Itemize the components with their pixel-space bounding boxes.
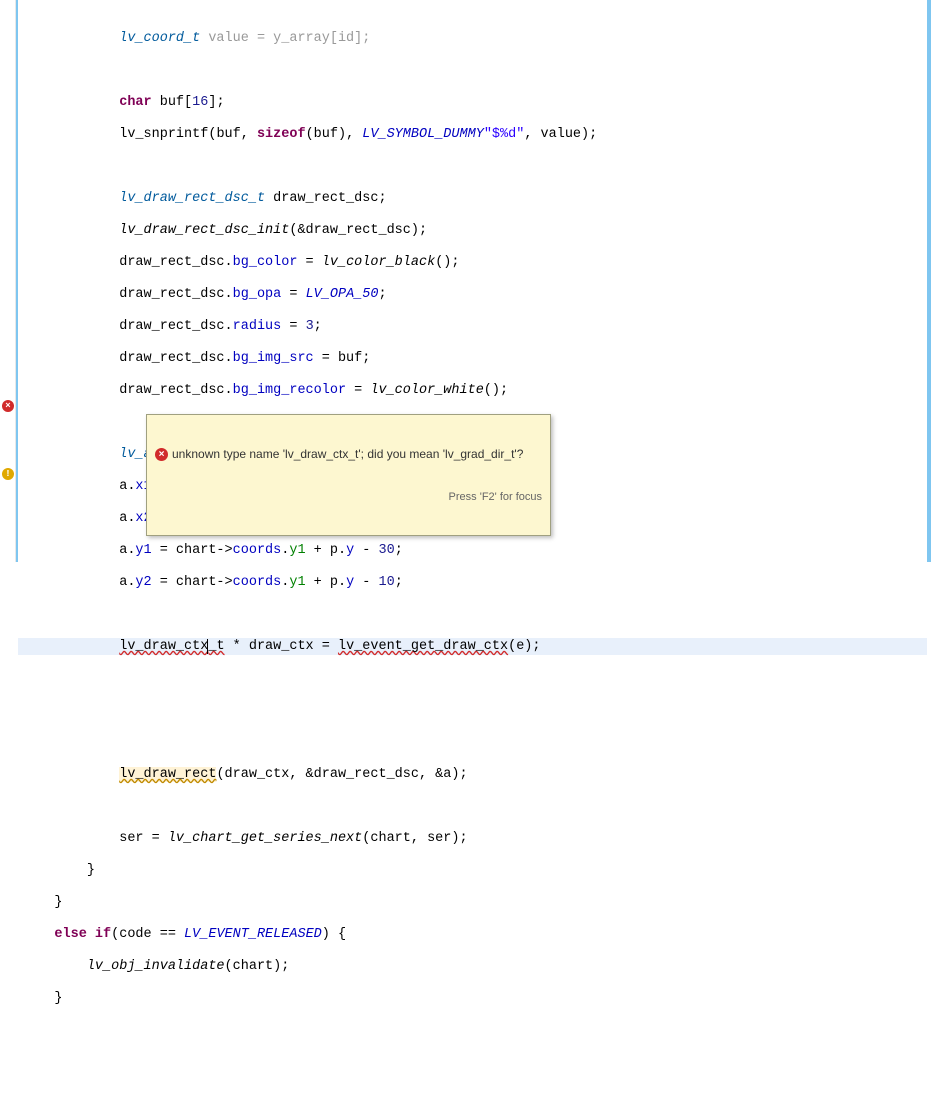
- code-line[interactable]: lv_obj_invalidate(chart);: [18, 958, 927, 975]
- code-line[interactable]: draw_rect_dsc.bg_color = lv_color_black(…: [18, 254, 927, 271]
- code-line[interactable]: draw_rect_dsc.bg_opa = LV_OPA_50;: [18, 286, 927, 303]
- code-line[interactable]: [18, 734, 927, 751]
- warning-token: lv_draw_rect: [119, 767, 216, 782]
- fade: [34, 0, 927, 6]
- code-line[interactable]: lv_draw_rect(draw_ctx, &draw_rect_dsc, &…: [18, 766, 927, 783]
- code-line[interactable]: lv_snprintf(buf, sizeof(buf), LV_SYMBOL_…: [18, 126, 927, 143]
- code-line[interactable]: lv_coord_t value = y_array[id];: [18, 30, 927, 47]
- code-line-highlighted[interactable]: lv_draw_ctx_t * draw_ctx = lv_event_get_…: [18, 638, 927, 655]
- code-line[interactable]: }: [18, 862, 927, 879]
- error-token: lv_event_get_draw_ctx: [338, 639, 508, 654]
- code-line[interactable]: }: [18, 990, 927, 1007]
- code-line[interactable]: a.y2 = chart->coords.y1 + p.y - 10;: [18, 574, 927, 591]
- error-icon: [155, 448, 168, 461]
- code-line[interactable]: lv_draw_rect_dsc_init(&draw_rect_dsc);: [18, 222, 927, 239]
- code-line[interactable]: [18, 606, 927, 623]
- code-line[interactable]: [18, 670, 927, 687]
- error-tooltip[interactable]: unknown type name 'lv_draw_ctx_t'; did y…: [146, 414, 551, 536]
- tooltip-message: unknown type name 'lv_draw_ctx_t'; did y…: [172, 447, 523, 461]
- code-line[interactable]: char buf[16];: [18, 94, 927, 111]
- tooltip-hint: Press 'F2' for focus: [147, 491, 550, 507]
- code-line[interactable]: [18, 158, 927, 175]
- code-area[interactable]: lv_coord_t value = y_array[id]; char buf…: [16, 0, 931, 562]
- code-editor[interactable]: lv_coord_t value = y_array[id]; char buf…: [0, 0, 931, 562]
- code-line[interactable]: [18, 62, 927, 79]
- warning-icon[interactable]: [2, 468, 14, 480]
- code-line[interactable]: ser = lv_chart_get_series_next(chart, se…: [18, 830, 927, 847]
- code-line[interactable]: else if(code == LV_EVENT_RELEASED) {: [18, 926, 927, 943]
- error-token: lv_draw_ctx_t: [119, 639, 224, 654]
- code-line[interactable]: }: [18, 894, 927, 911]
- code-line[interactable]: [18, 702, 927, 719]
- code-line[interactable]: lv_draw_rect_dsc_t draw_rect_dsc;: [18, 190, 927, 207]
- code-line[interactable]: [18, 798, 927, 815]
- error-icon[interactable]: [2, 400, 14, 412]
- code-line[interactable]: draw_rect_dsc.bg_img_src = buf;: [18, 350, 927, 367]
- gutter: [0, 0, 16, 562]
- fade: [34, 556, 927, 562]
- code-line[interactable]: draw_rect_dsc.bg_img_recolor = lv_color_…: [18, 382, 927, 399]
- code-line[interactable]: draw_rect_dsc.radius = 3;: [18, 318, 927, 335]
